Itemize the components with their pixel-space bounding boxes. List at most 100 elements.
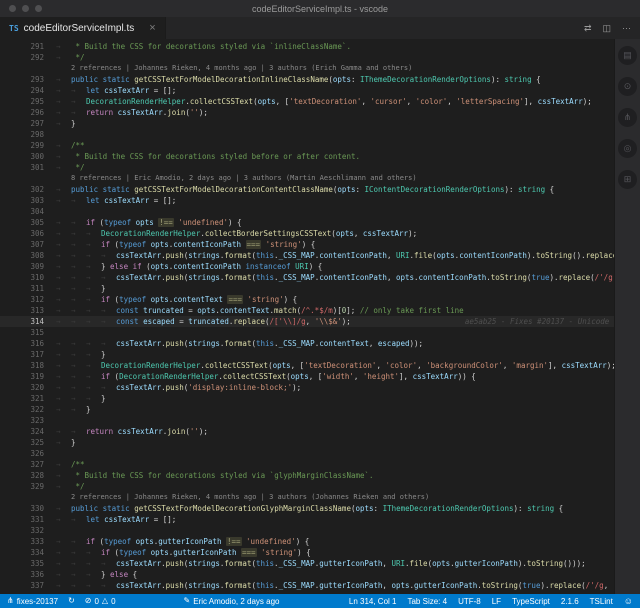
code-line[interactable]: 305→→if (typeof opts !== 'undefined') {	[0, 217, 614, 228]
codelens-row[interactable]: 2 references | Johannes Rieken, 4 months…	[0, 492, 614, 503]
codelens-text[interactable]: 2 references | Johannes Rieken, 4 months…	[44, 63, 614, 74]
line-number[interactable]: 335	[0, 558, 44, 569]
zoom-button[interactable]	[35, 5, 42, 12]
line-number[interactable]: 309	[0, 261, 44, 272]
status-typescript-version[interactable]: 2.1.6	[561, 597, 579, 606]
status-language-mode[interactable]: TypeScript	[512, 597, 550, 606]
code-line[interactable]: 323	[0, 415, 614, 426]
line-number[interactable]: 330	[0, 503, 44, 514]
line-number[interactable]: 302	[0, 184, 44, 195]
tab-codeeditorserviceimpl[interactable]: TS codeEditorServiceImpl.ts ×	[0, 17, 166, 39]
line-number[interactable]: 297	[0, 118, 44, 129]
line-number[interactable]: 310	[0, 272, 44, 283]
code-line[interactable]: 330→public static getCSSTextForModelDeco…	[0, 503, 614, 514]
code-line[interactable]: 297→}	[0, 118, 614, 129]
code-line[interactable]: 294→→let cssTextArr = [];	[0, 85, 614, 96]
line-number[interactable]: 322	[0, 404, 44, 415]
code-line[interactable]: 313→→→→const truncated = opts.contentTex…	[0, 305, 614, 316]
code-line[interactable]: 320→→→→cssTextArr.push('display:inline-b…	[0, 382, 614, 393]
code-line[interactable]: 322→→}	[0, 404, 614, 415]
line-number[interactable]: 334	[0, 547, 44, 558]
code-line[interactable]: 332	[0, 525, 614, 536]
search-icon[interactable]: ⊙	[618, 77, 637, 96]
line-number[interactable]: 326	[0, 448, 44, 459]
code-line[interactable]: 307→→→if (typeof opts.contentIconPath ==…	[0, 239, 614, 250]
line-number[interactable]: 294	[0, 85, 44, 96]
extensions-icon[interactable]: ⊞	[618, 170, 637, 189]
line-number[interactable]: 324	[0, 426, 44, 437]
line-number[interactable]: 332	[0, 525, 44, 536]
code-line[interactable]: 295→→DecorationRenderHelper.collectCSSTe…	[0, 96, 614, 107]
code-line[interactable]: 302→public static getCSSTextForModelDeco…	[0, 184, 614, 195]
code-line[interactable]: 311→→→}	[0, 283, 614, 294]
code-line[interactable]: 298	[0, 129, 614, 140]
code-line[interactable]: 309→→→} else if (opts.contentIconPath in…	[0, 261, 614, 272]
line-number[interactable]: 303	[0, 195, 44, 206]
code-line[interactable]: 335→→→→cssTextArr.push(strings.format(th…	[0, 558, 614, 569]
line-number[interactable]: 327	[0, 459, 44, 470]
code-line[interactable]: 296→→return cssTextArr.join('');	[0, 107, 614, 118]
git-branch-status[interactable]: ⋔ fixes-20137	[7, 597, 58, 606]
problems-status[interactable]: ⊘ 0 △ 0	[85, 597, 116, 606]
line-number[interactable]: 305	[0, 217, 44, 228]
line-number[interactable]: 328	[0, 470, 44, 481]
code-line[interactable]: 316→→→→cssTextArr.push(strings.format(th…	[0, 338, 614, 349]
open-changes-icon[interactable]: ⇄	[584, 24, 592, 33]
line-number[interactable]: 298	[0, 129, 44, 140]
code-line[interactable]: 317→→→}	[0, 349, 614, 360]
code-line[interactable]: 337→→→→cssTextArr.push(strings.format(th…	[0, 580, 614, 591]
line-number[interactable]: 291	[0, 41, 44, 52]
code-line[interactable]: 324→→return cssTextArr.join('');	[0, 426, 614, 437]
sync-status[interactable]: ↻	[68, 597, 75, 605]
code-line[interactable]: 292→ */	[0, 52, 614, 63]
debug-icon[interactable]: ◎	[618, 139, 637, 158]
line-number[interactable]: 314	[0, 316, 44, 327]
minimize-button[interactable]	[22, 5, 29, 12]
split-editor-icon[interactable]: ◫	[602, 24, 611, 33]
code-line[interactable]: 333→→if (typeof opts.gutterIconPath !== …	[0, 536, 614, 547]
code-line[interactable]: 318→→→DecorationRenderHelper.collectCSST…	[0, 360, 614, 371]
code-line[interactable]: 304	[0, 206, 614, 217]
line-number[interactable]: 337	[0, 580, 44, 591]
code-line[interactable]: 314→→→→const escaped = truncated.replace…	[0, 316, 614, 327]
line-number[interactable]: 304	[0, 206, 44, 217]
line-number[interactable]: 323	[0, 415, 44, 426]
gitlens-blame-status[interactable]: ✎ Eric Amodio, 2 days ago	[184, 597, 280, 606]
codelens-row[interactable]: 8 references | Eric Amodio, 2 days ago |…	[0, 173, 614, 184]
codelens-text[interactable]: 2 references | Johannes Rieken, 4 months…	[44, 492, 614, 503]
code-line[interactable]: 303→→let cssTextArr = [];	[0, 195, 614, 206]
code-line[interactable]: 299→/**	[0, 140, 614, 151]
line-number[interactable]: 336	[0, 569, 44, 580]
status-cursor-position[interactable]: Ln 314, Col 1	[349, 597, 397, 606]
line-number[interactable]: 296	[0, 107, 44, 118]
line-number[interactable]: 329	[0, 481, 44, 492]
line-number[interactable]: 308	[0, 250, 44, 261]
code-line[interactable]: 315	[0, 327, 614, 338]
code-line[interactable]: 291→ * Build the CSS for decorations sty…	[0, 41, 614, 52]
line-number[interactable]: 312	[0, 294, 44, 305]
code-line[interactable]: 331→→let cssTextArr = [];	[0, 514, 614, 525]
line-number[interactable]: 292	[0, 52, 44, 63]
code-line[interactable]: 293→public static getCSSTextForModelDeco…	[0, 74, 614, 85]
line-number[interactable]: 319	[0, 371, 44, 382]
line-number[interactable]: 307	[0, 239, 44, 250]
code-line[interactable]: 319→→→if (DecorationRenderHelper.collect…	[0, 371, 614, 382]
more-actions-icon[interactable]: ···	[622, 24, 631, 33]
close-button[interactable]	[9, 5, 16, 12]
code-line[interactable]: 321→→→}	[0, 393, 614, 404]
code-line[interactable]: 336→→→} else {	[0, 569, 614, 580]
code-line[interactable]: 327→/**	[0, 459, 614, 470]
line-number[interactable]: 318	[0, 360, 44, 371]
tab-close-icon[interactable]: ×	[149, 22, 155, 34]
code-line[interactable]: 312→→→if (typeof opts.contentText === 's…	[0, 294, 614, 305]
explorer-icon[interactable]: ▤	[618, 46, 637, 65]
line-number[interactable]: 325	[0, 437, 44, 448]
code-line[interactable]: 329→ */	[0, 481, 614, 492]
line-number[interactable]	[0, 492, 44, 503]
code-line[interactable]: 325→}	[0, 437, 614, 448]
code-line[interactable]: 334→→→if (typeof opts.gutterIconPath ===…	[0, 547, 614, 558]
status-tslint-status[interactable]: TSLint	[590, 597, 613, 606]
codelens-text[interactable]: 8 references | Eric Amodio, 2 days ago |…	[44, 173, 614, 184]
code-line[interactable]: 308→→→→cssTextArr.push(strings.format(th…	[0, 250, 614, 261]
line-number[interactable]: 299	[0, 140, 44, 151]
